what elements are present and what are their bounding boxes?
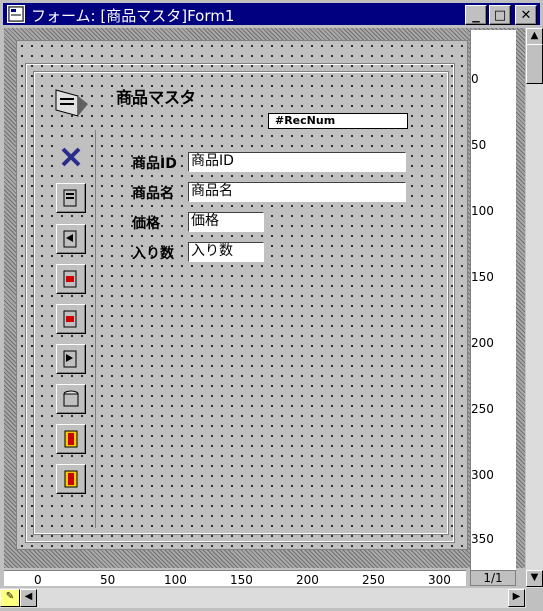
label-price: 価格 [132, 216, 160, 232]
label-product-id: 商品ID [132, 156, 177, 172]
scroll-up-button[interactable]: ▲ [526, 28, 543, 45]
product-name-field[interactable]: 商品名 [188, 182, 406, 202]
horizontal-ruler: 0 50 100 150 200 250 300 [4, 570, 466, 587]
save-record-button[interactable] [56, 344, 86, 374]
ruler-h-label: 200 [296, 573, 319, 587]
form-icon [7, 5, 25, 23]
vertical-ruler: 0 50 100 150 200 250 300 350 [470, 30, 516, 575]
next-record-button[interactable] [56, 264, 86, 294]
pencil-tool-icon[interactable]: ✎ [0, 589, 20, 607]
exit-icon [64, 430, 78, 448]
form-title: 商品マスタ [116, 88, 197, 107]
next-record-icon [63, 270, 77, 288]
save-record-icon [63, 350, 77, 368]
ruler-v-label: 50 [471, 138, 487, 152]
close-form-icon [64, 470, 78, 488]
horizontal-scrollbar[interactable]: ✎ ◀ ▶ [0, 588, 526, 608]
ruler-v-label: 0 [471, 72, 479, 86]
form-panel [33, 71, 449, 535]
scroll-thumb[interactable] [526, 44, 543, 84]
close-button[interactable]: ✕ [515, 5, 537, 25]
page-indicator: 1/1 [470, 570, 516, 586]
scroll-right-button[interactable]: ▶ [508, 589, 525, 607]
price-field[interactable]: 価格 [188, 212, 264, 232]
ruler-h-label: 0 [34, 573, 42, 587]
quantity-field[interactable]: 入り数 [188, 242, 264, 262]
ruler-h-label: 250 [362, 573, 385, 587]
print-icon [63, 390, 79, 407]
ruler-h-label: 50 [100, 573, 116, 587]
maximize-button[interactable]: □ [489, 5, 511, 25]
ruler-h-label: 300 [428, 573, 451, 587]
ruler-v-label: 150 [471, 270, 494, 284]
label-product-name: 商品名 [132, 186, 174, 202]
title-bar[interactable]: フォーム: [商品マスタ]Form1 _ □ ✕ [3, 3, 540, 25]
ruler-v-label: 250 [471, 402, 494, 416]
close-form-button[interactable] [56, 464, 86, 494]
last-record-button[interactable] [56, 304, 86, 334]
window-title: フォーム: [商品マスタ]Form1 [31, 7, 235, 25]
ruler-h-label: 100 [164, 573, 187, 587]
ruler-h-label: 150 [230, 573, 253, 587]
form-title-icon [54, 86, 90, 120]
recnum-field[interactable]: #RecNum [268, 113, 408, 129]
ruler-v-label: 300 [471, 468, 494, 482]
ruler-v-label: 350 [471, 532, 494, 546]
product-id-field[interactable]: 商品ID [188, 152, 406, 172]
delete-icon [61, 147, 81, 167]
scroll-down-button[interactable]: ▼ [526, 570, 543, 587]
vertical-scrollbar[interactable]: ▲ ▼ [526, 28, 543, 588]
first-record-button[interactable] [56, 183, 86, 213]
form-editor-window: フォーム: [商品マスタ]Form1 _ □ ✕ 商品マスタ #RecNum 商… [0, 0, 543, 611]
first-record-icon [63, 189, 77, 207]
label-quantity: 入り数 [132, 246, 174, 262]
scroll-left-button[interactable]: ◀ [20, 589, 37, 607]
print-button[interactable] [56, 384, 86, 414]
minimize-button[interactable]: _ [465, 5, 487, 25]
ruler-v-label: 100 [471, 204, 494, 218]
exit-button[interactable] [56, 424, 86, 454]
prev-record-button[interactable] [56, 224, 86, 254]
ruler-v-label: 200 [471, 336, 494, 350]
design-area: 商品マスタ #RecNum 商品ID 商品ID 商品名 商品名 価格 価格 入り… [4, 28, 525, 568]
delete-button[interactable] [56, 142, 86, 172]
last-record-icon [63, 310, 77, 328]
prev-record-icon [63, 230, 77, 248]
